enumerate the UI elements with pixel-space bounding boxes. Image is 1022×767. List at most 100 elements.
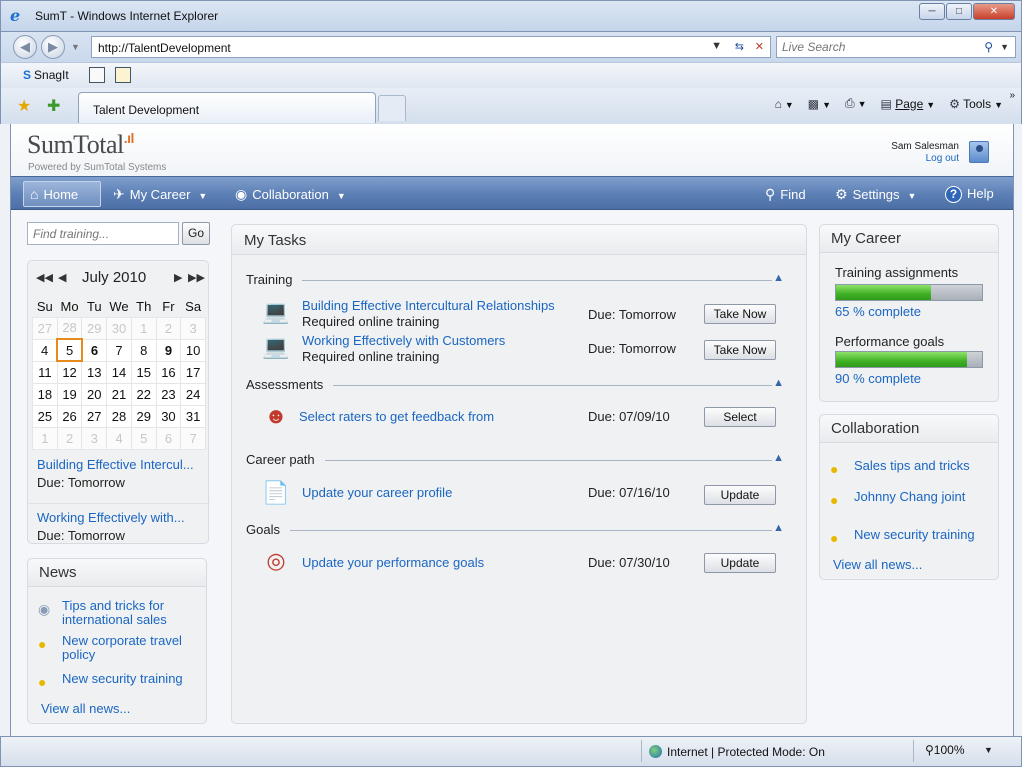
add-favorites-icon[interactable]: ✚ — [47, 96, 60, 116]
calendar-event-link[interactable]: Working Effectively with... — [37, 510, 201, 525]
zoom-level[interactable]: ⚲100% — [925, 743, 965, 757]
calendar-day[interactable]: 27 — [81, 404, 108, 428]
find-training-input[interactable] — [27, 222, 179, 245]
calendar-day[interactable]: 11 — [32, 360, 58, 384]
zoom-dropdown-icon[interactable]: ▼ — [984, 745, 993, 755]
news-link[interactable]: Tips and tricks for international sales — [62, 599, 167, 627]
news-link[interactable]: New corporate travel policy — [62, 634, 182, 662]
calendar-day[interactable]: 4 — [106, 426, 132, 450]
calendar-day[interactable]: 5 — [130, 426, 157, 450]
home-page-button[interactable]: ⌂ ▼ — [775, 97, 794, 111]
calendar-day[interactable]: 2 — [56, 426, 83, 450]
collapse-icon[interactable]: ▲ — [773, 522, 784, 534]
calendar-day[interactable]: 29 — [81, 316, 108, 340]
new-tab-button[interactable] — [378, 95, 406, 121]
favorites-star-icon[interactable]: ★ — [17, 96, 31, 116]
collapse-icon[interactable]: ▲ — [773, 272, 784, 284]
prev-month-icon[interactable]: ◀ — [58, 271, 66, 284]
live-search-input[interactable] — [782, 40, 972, 54]
stop-icon[interactable]: ✕ — [755, 40, 764, 53]
more-chevron-icon[interactable]: » — [1009, 90, 1015, 101]
nav-help[interactable]: ? Help — [939, 181, 1000, 207]
go-button[interactable]: Go — [182, 222, 210, 245]
training-percent-link[interactable]: 65 % complete — [835, 304, 921, 319]
calendar-day[interactable]: 20 — [81, 382, 108, 406]
calendar-day[interactable]: 17 — [180, 360, 206, 384]
update-button[interactable]: Update — [704, 485, 776, 505]
search-icon[interactable]: ⚲ — [984, 40, 993, 54]
view-all-news-link[interactable]: View all news... — [41, 701, 130, 716]
calendar-day[interactable]: 27 — [32, 316, 58, 340]
nav-settings[interactable]: ⚙ Settings ▼ — [829, 181, 922, 207]
forward-button[interactable]: ▶ — [41, 35, 65, 59]
back-button[interactable]: ◀ — [13, 35, 37, 59]
calendar-day[interactable]: 25 — [32, 404, 58, 428]
maximize-button[interactable]: □ — [946, 3, 972, 20]
calendar-day[interactable]: 23 — [155, 382, 182, 406]
nav-home[interactable]: ⌂ Home — [23, 181, 101, 207]
calendar-day[interactable]: 13 — [81, 360, 108, 384]
snagit-button[interactable]: S SnagIt — [23, 68, 69, 82]
calendar-day[interactable]: 8 — [130, 338, 157, 362]
task-link[interactable]: Update your performance goals — [302, 555, 484, 570]
calendar-day[interactable]: 6 — [81, 338, 108, 362]
task-link[interactable]: Building Effective Intercultural Relatio… — [302, 298, 555, 313]
next-month-icon[interactable]: ▶ — [174, 271, 182, 284]
task-link[interactable]: Select raters to get feedback from — [299, 409, 494, 424]
calendar-day[interactable]: 14 — [106, 360, 132, 384]
calendar-day[interactable]: 22 — [130, 382, 157, 406]
take-now-button[interactable]: Take Now — [704, 304, 776, 324]
calendar-day[interactable]: 4 — [32, 338, 58, 362]
calendar-day[interactable]: 2 — [155, 316, 182, 340]
snagit-note-icon[interactable] — [115, 67, 131, 83]
next-year-icon[interactable]: ▶▶ — [188, 271, 205, 284]
collaboration-link[interactable]: Johnny Chang joint — [854, 490, 965, 504]
calendar-day[interactable]: 16 — [155, 360, 182, 384]
user-avatar-icon[interactable] — [969, 141, 989, 163]
security-zone[interactable]: Internet | Protected Mode: On — [649, 745, 825, 759]
calendar-day[interactable]: 15 — [130, 360, 157, 384]
calendar-day[interactable]: 10 — [180, 338, 206, 362]
goals-percent-link[interactable]: 90 % complete — [835, 371, 921, 386]
calendar-day[interactable]: 30 — [155, 404, 182, 428]
calendar-day-today[interactable]: 5 — [56, 338, 83, 362]
task-link[interactable]: Update your career profile — [302, 485, 452, 500]
calendar-day[interactable]: 1 — [130, 316, 157, 340]
search-options-icon[interactable]: ▼ — [1000, 42, 1009, 52]
url-field[interactable]: http://TalentDevelopment ▼ ⇆ ✕ — [91, 36, 771, 58]
url-dropdown-icon[interactable]: ▼ — [711, 40, 722, 52]
news-link[interactable]: New security training — [62, 672, 183, 686]
calendar-day[interactable]: 3 — [180, 316, 206, 340]
calendar-day[interactable]: 28 — [56, 316, 83, 340]
collapse-icon[interactable]: ▲ — [773, 377, 784, 389]
calendar-day[interactable]: 29 — [130, 404, 157, 428]
select-button[interactable]: Select — [704, 407, 776, 427]
nav-my-career[interactable]: ✈ My Career ▼ — [107, 181, 213, 207]
calendar-day[interactable]: 24 — [180, 382, 206, 406]
refresh-icon[interactable]: ⇆ — [735, 40, 744, 53]
calendar-day[interactable]: 30 — [106, 316, 132, 340]
calendar-day[interactable]: 3 — [81, 426, 108, 450]
collaboration-link[interactable]: Sales tips and tricks — [854, 459, 970, 473]
nav-find[interactable]: ⚲ Find — [759, 181, 812, 207]
calendar-day[interactable]: 7 — [106, 338, 132, 362]
update-button[interactable]: Update — [704, 553, 776, 573]
calendar-day[interactable]: 1 — [32, 426, 58, 450]
calendar-day[interactable]: 12 — [56, 360, 83, 384]
calendar-day[interactable]: 19 — [56, 382, 83, 406]
calendar-day[interactable]: 31 — [180, 404, 206, 428]
minimize-button[interactable]: ─ — [919, 3, 945, 20]
calendar-day[interactable]: 18 — [32, 382, 58, 406]
close-button[interactable]: ✕ — [973, 3, 1015, 20]
calendar-day[interactable]: 26 — [56, 404, 83, 428]
history-dropdown-icon[interactable]: ▼ — [71, 42, 80, 52]
take-now-button[interactable]: Take Now — [704, 340, 776, 360]
prev-year-icon[interactable]: ◀◀ — [36, 271, 53, 284]
collapse-icon[interactable]: ▲ — [773, 452, 784, 464]
feeds-button[interactable]: ▩ ▼ — [808, 97, 831, 111]
tab-talent-development[interactable]: Talent Development — [78, 92, 376, 123]
nav-collaboration[interactable]: ◉ Collaboration ▼ — [229, 181, 352, 207]
calendar-event-link[interactable]: Building Effective Intercul... — [37, 457, 201, 472]
calendar-day[interactable]: 6 — [155, 426, 182, 450]
calendar-day[interactable]: 21 — [106, 382, 132, 406]
